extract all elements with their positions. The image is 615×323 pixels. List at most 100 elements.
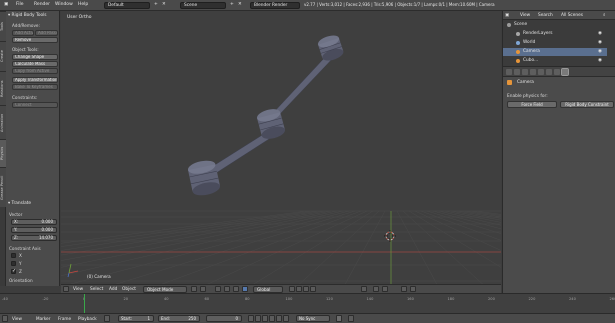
rigid-body-tools-header[interactable]: ▾ Rigid Body Tools (8, 13, 47, 18)
constraints-tab-icon[interactable] (546, 69, 552, 75)
menu-window[interactable]: Window (55, 2, 73, 7)
visibility-eye-icon[interactable]: ◉ (598, 57, 602, 65)
world-tab-icon[interactable] (530, 69, 536, 75)
snap-icon[interactable] (373, 286, 379, 292)
bake-to-keyframes-button[interactable]: Bake To Keyframes (12, 84, 58, 90)
visibility-eye-icon[interactable]: ◉ (598, 30, 602, 38)
timeline-menu-view[interactable]: View (12, 316, 22, 321)
menu-select[interactable]: Select (90, 287, 103, 292)
end-frame-field[interactable]: End: 250 (158, 315, 200, 322)
rigid-body-constraint-button[interactable]: Rigid Body Constraint (560, 101, 614, 108)
timeline-editor-type-icon[interactable] (2, 315, 8, 322)
pivot-icon[interactable] (200, 286, 206, 292)
menu-view[interactable]: View (73, 287, 83, 292)
mode-selector[interactable]: Object Mode (143, 286, 187, 293)
preview-range-icon[interactable] (104, 315, 110, 322)
jump-prev-keyframe-icon[interactable] (255, 315, 261, 322)
jump-end-icon[interactable] (283, 315, 289, 322)
timeline[interactable]: -40-200204060801001201401601802002202402… (0, 293, 615, 314)
scene-tab-icon[interactable] (522, 69, 528, 75)
change-shape-button[interactable]: Change Shape (12, 54, 58, 60)
keying-set-icon[interactable] (348, 315, 354, 322)
rotate-manipulator-icon[interactable] (233, 286, 239, 292)
transform-orientation-selector[interactable]: Global (253, 286, 283, 293)
layer-2-icon[interactable] (296, 286, 302, 292)
close-scene-icon[interactable]: ✕ (238, 2, 242, 7)
menu-help[interactable]: Help (78, 2, 88, 7)
timeline-playhead[interactable] (84, 294, 85, 314)
add-active-button[interactable]: Add Active (12, 30, 34, 36)
viewport-canvas[interactable] (61, 11, 501, 284)
outliner-editor-type-icon[interactable]: ▣ (505, 13, 509, 18)
editor-type-icon[interactable]: ▣ (4, 2, 8, 7)
jump-next-keyframe-icon[interactable] (276, 315, 282, 322)
timeline-menu-marker[interactable]: Marker (36, 316, 50, 321)
snap-element-icon[interactable] (382, 286, 388, 292)
outliner-row[interactable]: World ◉ (503, 39, 607, 47)
close-layout-icon[interactable]: ✕ (162, 2, 166, 7)
connect-button[interactable]: Connect (12, 102, 58, 108)
add-scene-icon[interactable]: + (230, 2, 234, 7)
translate-panel-header[interactable]: ▾ Translate (8, 201, 31, 206)
viewport-editor-type-icon[interactable] (63, 286, 69, 292)
outliner-menu-view[interactable]: View (520, 13, 530, 18)
translate-manipulator-icon[interactable] (224, 286, 230, 292)
layer-4-icon[interactable] (310, 286, 316, 292)
layer-3-icon[interactable] (303, 286, 309, 292)
menu-render[interactable]: Render (34, 2, 50, 7)
render-tab-icon[interactable] (506, 69, 512, 75)
play-reverse-icon[interactable] (262, 315, 268, 322)
layout-selector[interactable]: Default (104, 2, 150, 9)
info-header: ▣ File Render Window Help Default + ✕ Sc… (0, 0, 615, 11)
layer-1-icon[interactable] (289, 286, 295, 292)
manipulator-toggle-icon[interactable] (215, 286, 221, 292)
timeline-menu-frame[interactable]: Frame (58, 316, 71, 321)
translate-x-field[interactable]: X: 0.000 (11, 219, 57, 225)
play-icon[interactable] (269, 315, 275, 322)
outliner-row[interactable]: Camera ◉ (503, 48, 607, 56)
outliner-row[interactable]: RenderLayers ◉ (503, 30, 607, 38)
jump-start-icon[interactable] (248, 315, 254, 322)
menu-object[interactable]: Object (122, 287, 136, 292)
visibility-eye-icon[interactable]: ◉ (598, 48, 602, 56)
rigid-body-object[interactable] (187, 33, 345, 197)
outliner-filter-selector[interactable]: All Scenes (561, 13, 583, 18)
axis-y-checkbox[interactable] (11, 261, 16, 266)
render-layers-tab-icon[interactable] (514, 69, 520, 75)
3d-viewport[interactable]: User Ortho (0) Camera (61, 11, 501, 284)
scale-manipulator-icon[interactable] (242, 286, 248, 292)
timeline-tick-label: -20 (42, 297, 49, 301)
physics-tab-icon[interactable] (561, 68, 569, 76)
add-layout-icon[interactable]: + (154, 2, 158, 7)
proportional-edit-icon[interactable] (361, 286, 367, 292)
start-frame-field[interactable]: Start: 1 (118, 315, 154, 322)
outliner-menu-search[interactable]: Search (538, 13, 553, 18)
object-tab-icon[interactable] (538, 69, 544, 75)
remove-button[interactable]: Remove (12, 37, 58, 43)
menu-file[interactable]: File (16, 2, 24, 7)
apply-transformation-button[interactable]: Apply Transformation (12, 77, 58, 83)
outliner-row[interactable]: Cubo... ◉ (503, 57, 607, 65)
auto-keying-icon[interactable] (336, 315, 342, 322)
render-preview-icon[interactable] (401, 286, 407, 292)
translate-z-field[interactable]: Z: 14.070 (11, 235, 57, 241)
current-frame-field[interactable]: 0 (206, 315, 242, 322)
force-field-button[interactable]: Force Field (507, 101, 557, 108)
sync-mode-selector[interactable]: No Sync (296, 315, 330, 322)
data-tab-icon[interactable] (554, 69, 560, 75)
copy-from-active-button[interactable]: Copy from Active (12, 68, 58, 74)
axis-z-checkbox[interactable] (11, 268, 16, 274)
outliner-row[interactable]: Scene (503, 21, 607, 29)
visibility-eye-icon[interactable]: ◉ (598, 39, 602, 47)
axis-x-checkbox[interactable] (11, 253, 16, 258)
render-engine-selector[interactable]: Blender Render (250, 2, 300, 9)
outliner-search-icon[interactable]: ⌕ (603, 13, 605, 18)
timeline-menu-playback[interactable]: Playback (78, 316, 97, 321)
menu-add[interactable]: Add (109, 287, 117, 292)
render-animation-icon[interactable] (410, 286, 416, 292)
calculate-mass-button[interactable]: Calculate Mass (12, 61, 58, 67)
scene-selector[interactable]: Scene (180, 2, 226, 9)
shading-icon[interactable] (191, 286, 197, 292)
translate-y-field[interactable]: Y: 0.000 (11, 227, 57, 233)
add-passive-button[interactable]: Add Passive (35, 30, 58, 36)
